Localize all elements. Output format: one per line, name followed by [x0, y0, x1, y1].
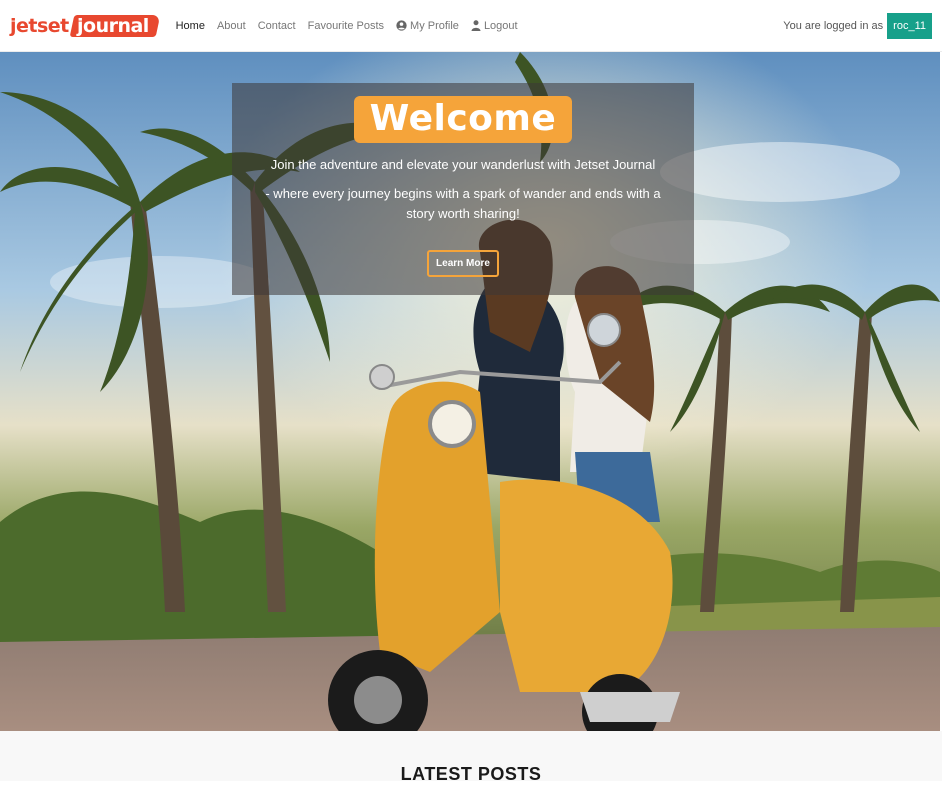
logged-in-text: You are logged in as	[783, 19, 884, 32]
site-logo[interactable]: jetset journal	[10, 13, 160, 39]
hero-banner: Welcome Join the adventure and elevate y…	[0, 52, 940, 731]
user-icon	[471, 20, 481, 31]
logo-journal-badge: journal	[69, 14, 160, 37]
user-circle-icon	[396, 20, 407, 31]
nav-contact-label: Contact	[257, 19, 296, 32]
latest-posts-heading: LATEST POSTS	[400, 764, 542, 784]
nav-contact[interactable]: Contact	[258, 20, 296, 32]
navbar: jetset journal Home About Contact Favour…	[0, 0, 942, 52]
hero-welcome-panel: Welcome Join the adventure and elevate y…	[232, 83, 694, 295]
logo-journal-text: journal	[76, 14, 149, 37]
login-status: You are logged in as roc_11	[783, 12, 932, 39]
nav-my-profile-label: My Profile	[410, 19, 459, 32]
nav-favourite-posts[interactable]: Favourite Posts	[308, 20, 384, 32]
nav-home-label: Home	[175, 19, 205, 32]
username-badge[interactable]: roc_11	[887, 12, 932, 39]
nav-about[interactable]: About	[217, 20, 246, 32]
nav-links: Home About Contact Favourite Posts My Pr…	[176, 20, 518, 32]
nav-about-label: About	[216, 19, 246, 32]
nav-logout[interactable]: Logout	[471, 20, 518, 32]
logo-jetset-text: jetset	[10, 14, 69, 37]
welcome-heading: Welcome	[353, 96, 573, 143]
nav-logout-label: Logout	[483, 19, 518, 32]
learn-more-button[interactable]: Learn More	[427, 250, 499, 277]
nav-favourite-posts-label: Favourite Posts	[307, 19, 385, 32]
hero-tagline-secondary: - where every journey begins with a spar…	[265, 186, 661, 221]
hero-tagline: Join the adventure and elevate your wand…	[270, 157, 656, 172]
nav-my-profile[interactable]: My Profile	[396, 20, 459, 32]
nav-home[interactable]: Home	[176, 20, 205, 32]
latest-posts-section: LATEST POSTS	[0, 731, 942, 784]
